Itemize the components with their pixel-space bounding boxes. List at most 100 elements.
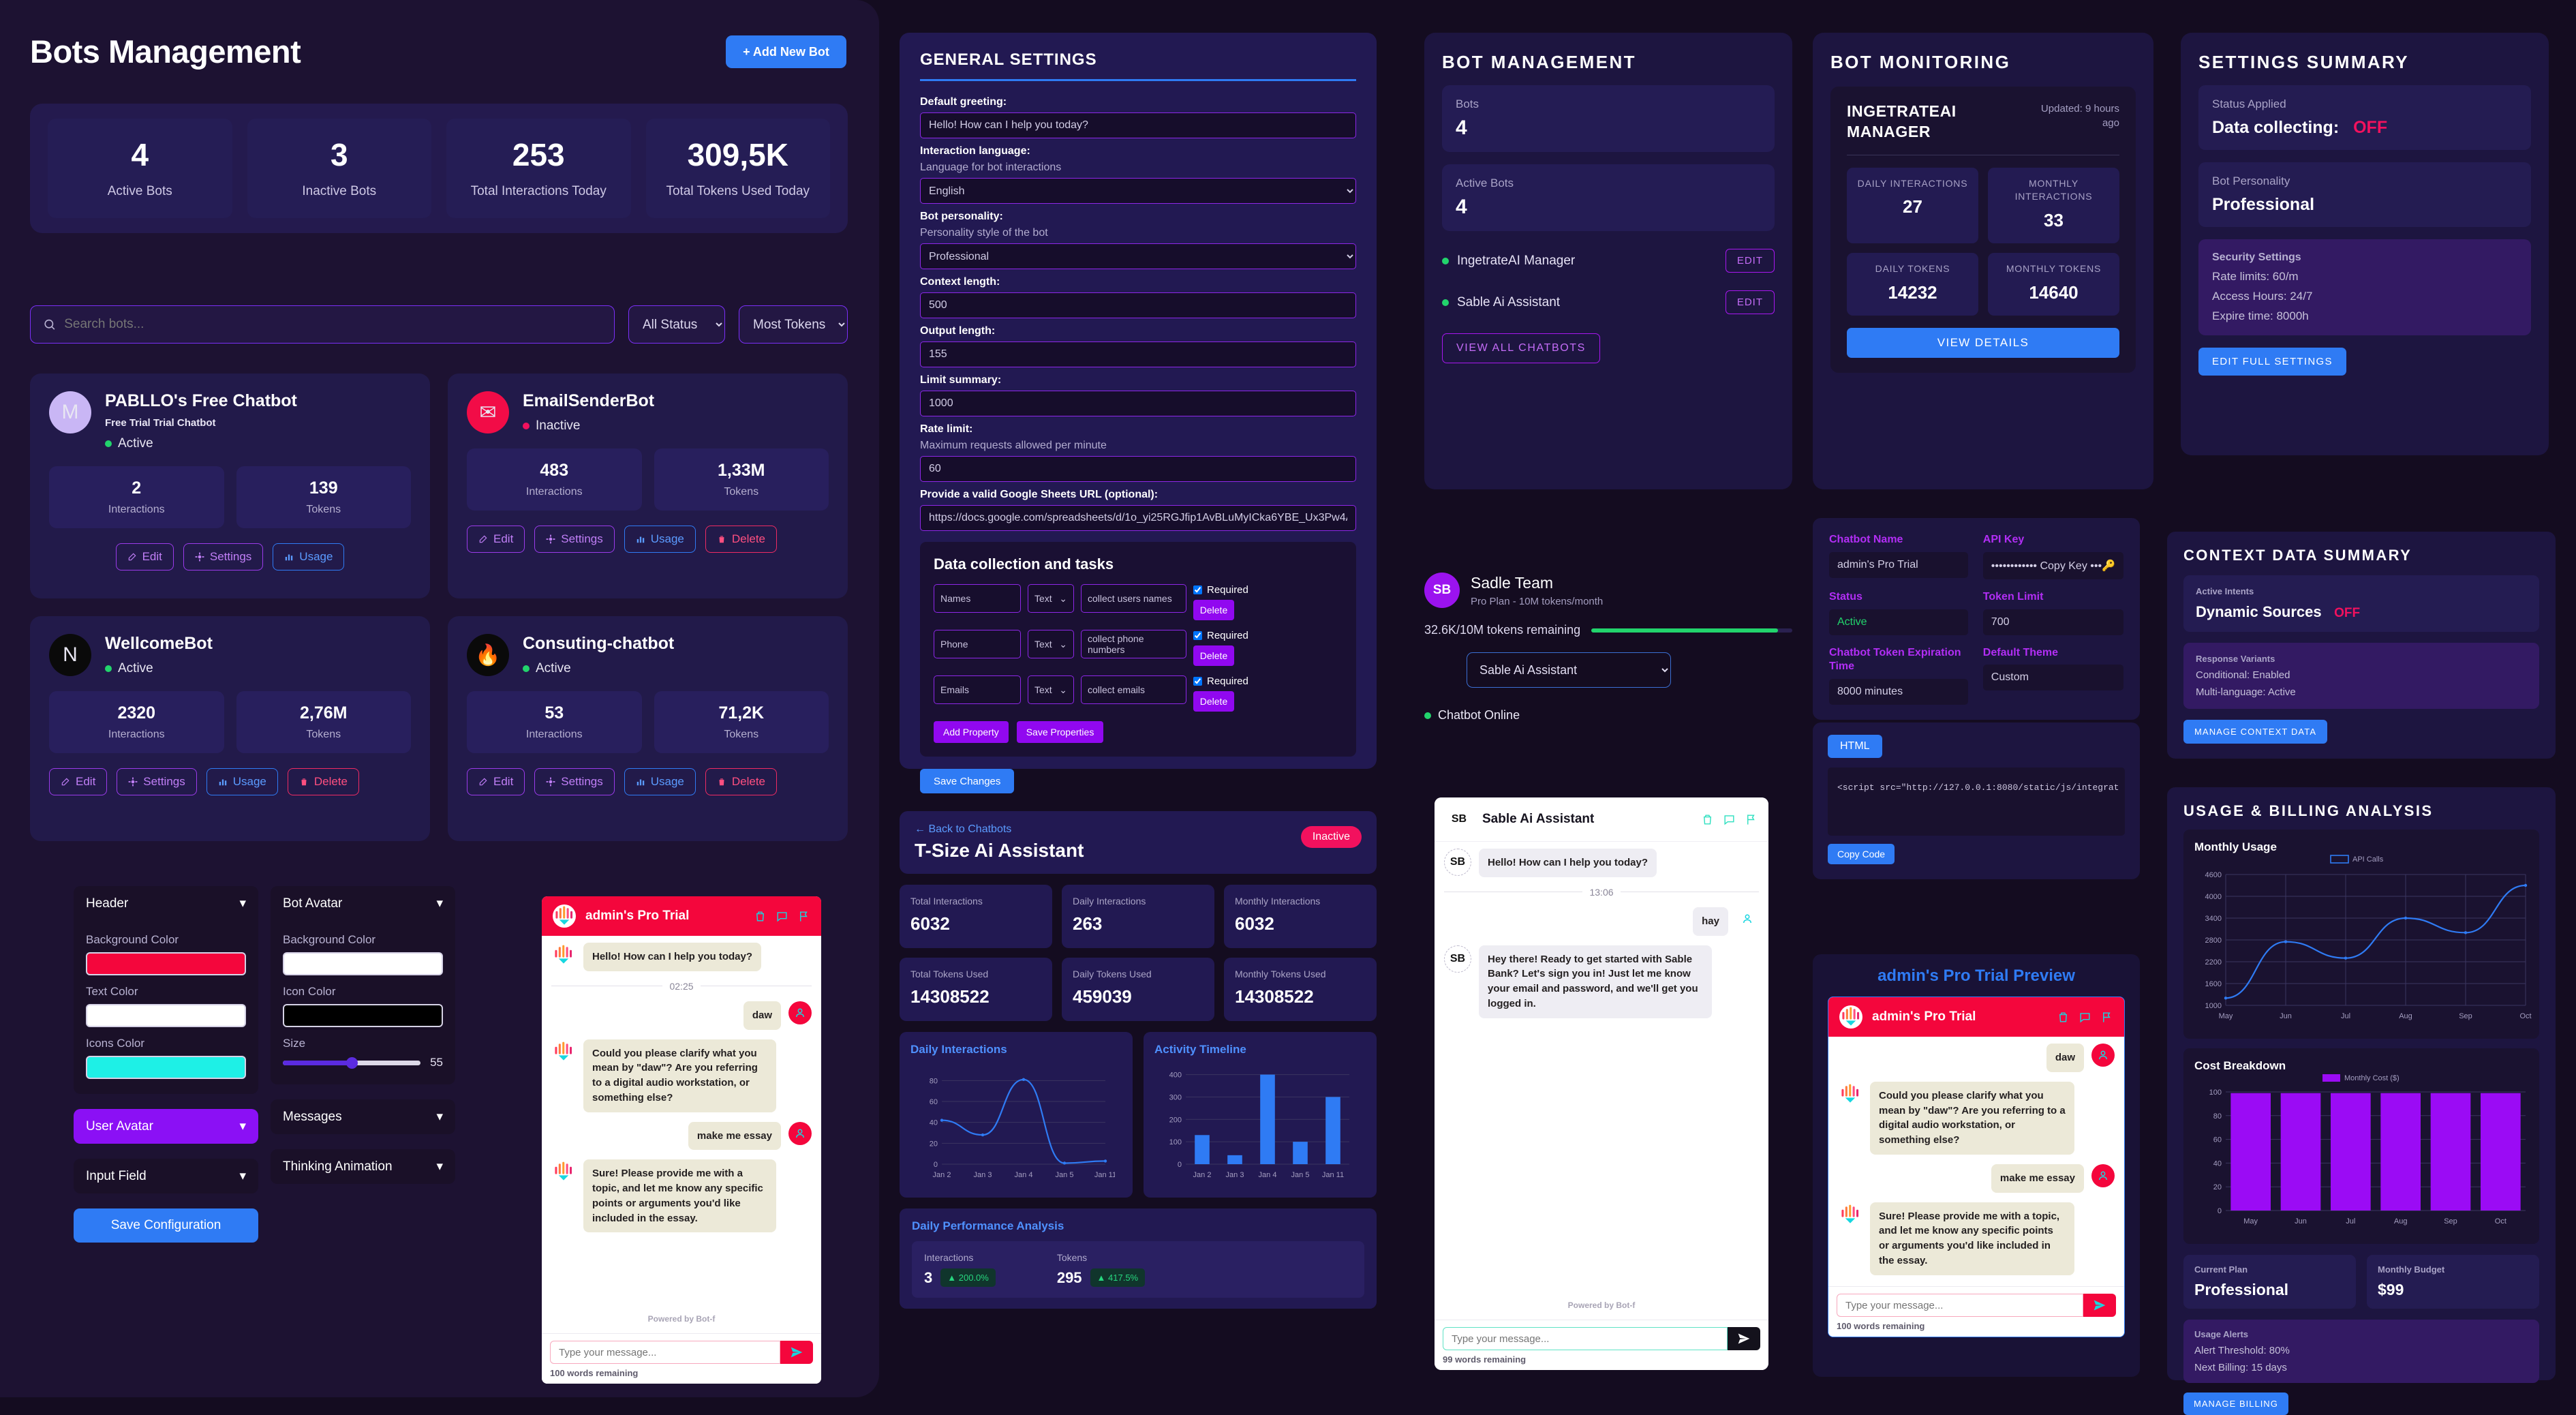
view-all-chatbots-button[interactable]: VIEW ALL CHATBOTS [1442,333,1600,363]
settings-button[interactable]: Settings [117,768,197,795]
greeting-input[interactable] [920,112,1356,138]
edit-button[interactable]: Edit [115,543,174,570]
trash-icon[interactable] [1701,813,1714,826]
output-length-input[interactable] [920,341,1356,367]
send-icon[interactable] [790,1345,803,1359]
accordion-thinking-section[interactable]: Thinking Animation ▾ [271,1149,455,1184]
trash-icon[interactable] [754,910,767,923]
save-changes-button[interactable]: Save Changes [920,769,1015,793]
usage-button[interactable]: Usage [206,768,278,795]
chat-icon[interactable] [776,910,788,923]
delete-button[interactable]: Delete [705,526,778,553]
add-new-bot-button[interactable]: + Add New Bot [726,35,846,68]
back-to-chatbots-link[interactable]: ← Back to Chatbots [915,823,1362,836]
delete-property-button[interactable]: Delete [1193,645,1234,666]
required-checkbox-row[interactable]: Required [1193,630,1343,641]
limit-summary-input[interactable] [920,391,1356,416]
usage-button[interactable]: Usage [624,526,696,553]
accordion-messages-section[interactable]: Messages ▾ [271,1099,455,1134]
view-details-button[interactable]: VIEW DETAILS [1847,327,2119,358]
settings-button[interactable]: Settings [183,543,264,570]
delete-button[interactable]: Delete [705,768,778,795]
avatar-size-slider[interactable] [283,1056,421,1069]
accordion-bot-avatar-section[interactable]: Bot Avatar ▾ Background Color Icon Color… [271,886,455,1084]
chat-icon[interactable] [2079,1011,2091,1024]
required-checkbox[interactable] [1193,677,1202,686]
property-name-input[interactable]: Phone [934,630,1021,658]
bot-card[interactable]: N WellcomeBot Active 2320 Interactions 2… [30,616,430,841]
html-tab[interactable]: HTML [1828,735,1882,758]
sheets-url-input[interactable] [920,505,1356,531]
edit-bot-button[interactable]: EDIT [1725,249,1775,273]
language-select[interactable]: English [920,178,1356,204]
copy-code-button[interactable]: Copy Code [1828,844,1895,864]
accordion-user-avatar-section[interactable]: User Avatar ▾ [74,1109,258,1144]
settings-button[interactable]: Settings [534,768,615,795]
property-type-select[interactable]: Text ⌄ [1028,630,1074,658]
sort-select[interactable]: Most Tokens [739,305,848,344]
usage-button[interactable]: Usage [624,768,696,795]
avatar-bg-color-swatch[interactable] [283,952,443,975]
chat-message-input[interactable] [1837,1294,2083,1317]
delete-button[interactable]: Delete [287,768,360,795]
delete-property-button[interactable]: Delete [1193,691,1234,712]
chat-message-input[interactable] [1443,1327,1728,1350]
edit-button[interactable]: Edit [467,526,525,553]
context-length-input[interactable] [920,292,1356,318]
edit-button[interactable]: Edit [49,768,108,795]
property-type-select[interactable]: Text ⌄ [1028,675,1074,704]
save-properties-button[interactable]: Save Properties [1016,721,1104,743]
property-description-input[interactable]: collect emails [1081,675,1186,704]
save-configuration-button[interactable]: Save Configuration [74,1208,258,1243]
rate-limit-input[interactable] [920,456,1356,482]
avatar-icon-color-swatch[interactable] [283,1004,443,1027]
add-property-button[interactable]: Add Property [934,721,1009,743]
chat-icon[interactable] [1723,813,1736,826]
personality-select[interactable]: Professional [920,243,1356,269]
search-box[interactable] [30,305,615,344]
required-checkbox[interactable] [1193,585,1202,594]
chat-message-input[interactable] [550,1341,780,1364]
required-checkbox[interactable] [1193,631,1202,640]
property-description-input[interactable]: collect phone numbers [1081,630,1186,658]
send-button[interactable] [780,1341,813,1364]
bot-card[interactable]: ✉ EmailSenderBot Inactive 483 Interactio… [448,374,848,598]
delete-property-button[interactable]: Delete [1193,600,1234,620]
accordion-header-section[interactable]: Header ▾ Background Color Text Color Ico… [74,886,258,1094]
manage-context-data-button[interactable]: MANAGE CONTEXT DATA [2183,720,2328,744]
bot-card[interactable]: M PABLLO's Free Chatbot Free Trial Trial… [30,374,430,598]
slider-knob[interactable] [346,1056,358,1069]
header-bg-color-swatch[interactable] [86,952,246,975]
status-filter-select[interactable]: All Status [628,305,725,344]
edit-button[interactable]: Edit [467,768,525,795]
search-input[interactable] [64,317,602,332]
bot-selector-dropdown[interactable]: Sable Ai Assistant [1467,652,1671,688]
header-icons-color-swatch[interactable] [86,1056,246,1079]
required-checkbox-row[interactable]: Required [1193,675,1343,687]
api-key-value[interactable]: •••••••••••• Copy Key •••🔑 [1982,551,2123,579]
required-checkbox-row[interactable]: Required [1193,584,1343,596]
property-name-input[interactable]: Names [934,584,1021,613]
property-name-input[interactable]: Emails [934,675,1021,704]
send-button[interactable] [1728,1327,1760,1350]
usage-button[interactable]: Usage [273,543,345,570]
send-icon[interactable] [1737,1332,1751,1345]
settings-button[interactable]: Settings [534,526,615,553]
header-text-color-swatch[interactable] [86,1004,246,1027]
chatbot-preview-panel: admin's Pro Trial Preview admin's Pro Tr… [1813,954,2140,1377]
send-button[interactable] [2083,1294,2116,1317]
accordion-input-field-section[interactable]: Input Field ▾ [74,1159,258,1193]
flag-icon[interactable] [2100,1011,2113,1024]
property-description-input[interactable]: collect users names [1081,584,1186,613]
manage-billing-button[interactable]: MANAGE BILLING [2183,1393,2288,1415]
send-icon[interactable] [2093,1298,2106,1312]
property-type-select[interactable]: Text ⌄ [1028,584,1074,613]
response-variants-label: Response Variants [2196,654,2275,664]
edit-bot-button[interactable]: EDIT [1725,290,1775,314]
flag-icon[interactable] [797,910,810,923]
bot-card[interactable]: 🔥 Consuting-chatbot Active 53 Interactio… [448,616,848,841]
edit-full-settings-button[interactable]: EDIT FULL SETTINGS [2198,348,2346,376]
accordion-header-toggle[interactable]: Header ▾ [74,886,258,921]
flag-icon[interactable] [1745,813,1758,826]
trash-icon[interactable] [2057,1011,2070,1024]
